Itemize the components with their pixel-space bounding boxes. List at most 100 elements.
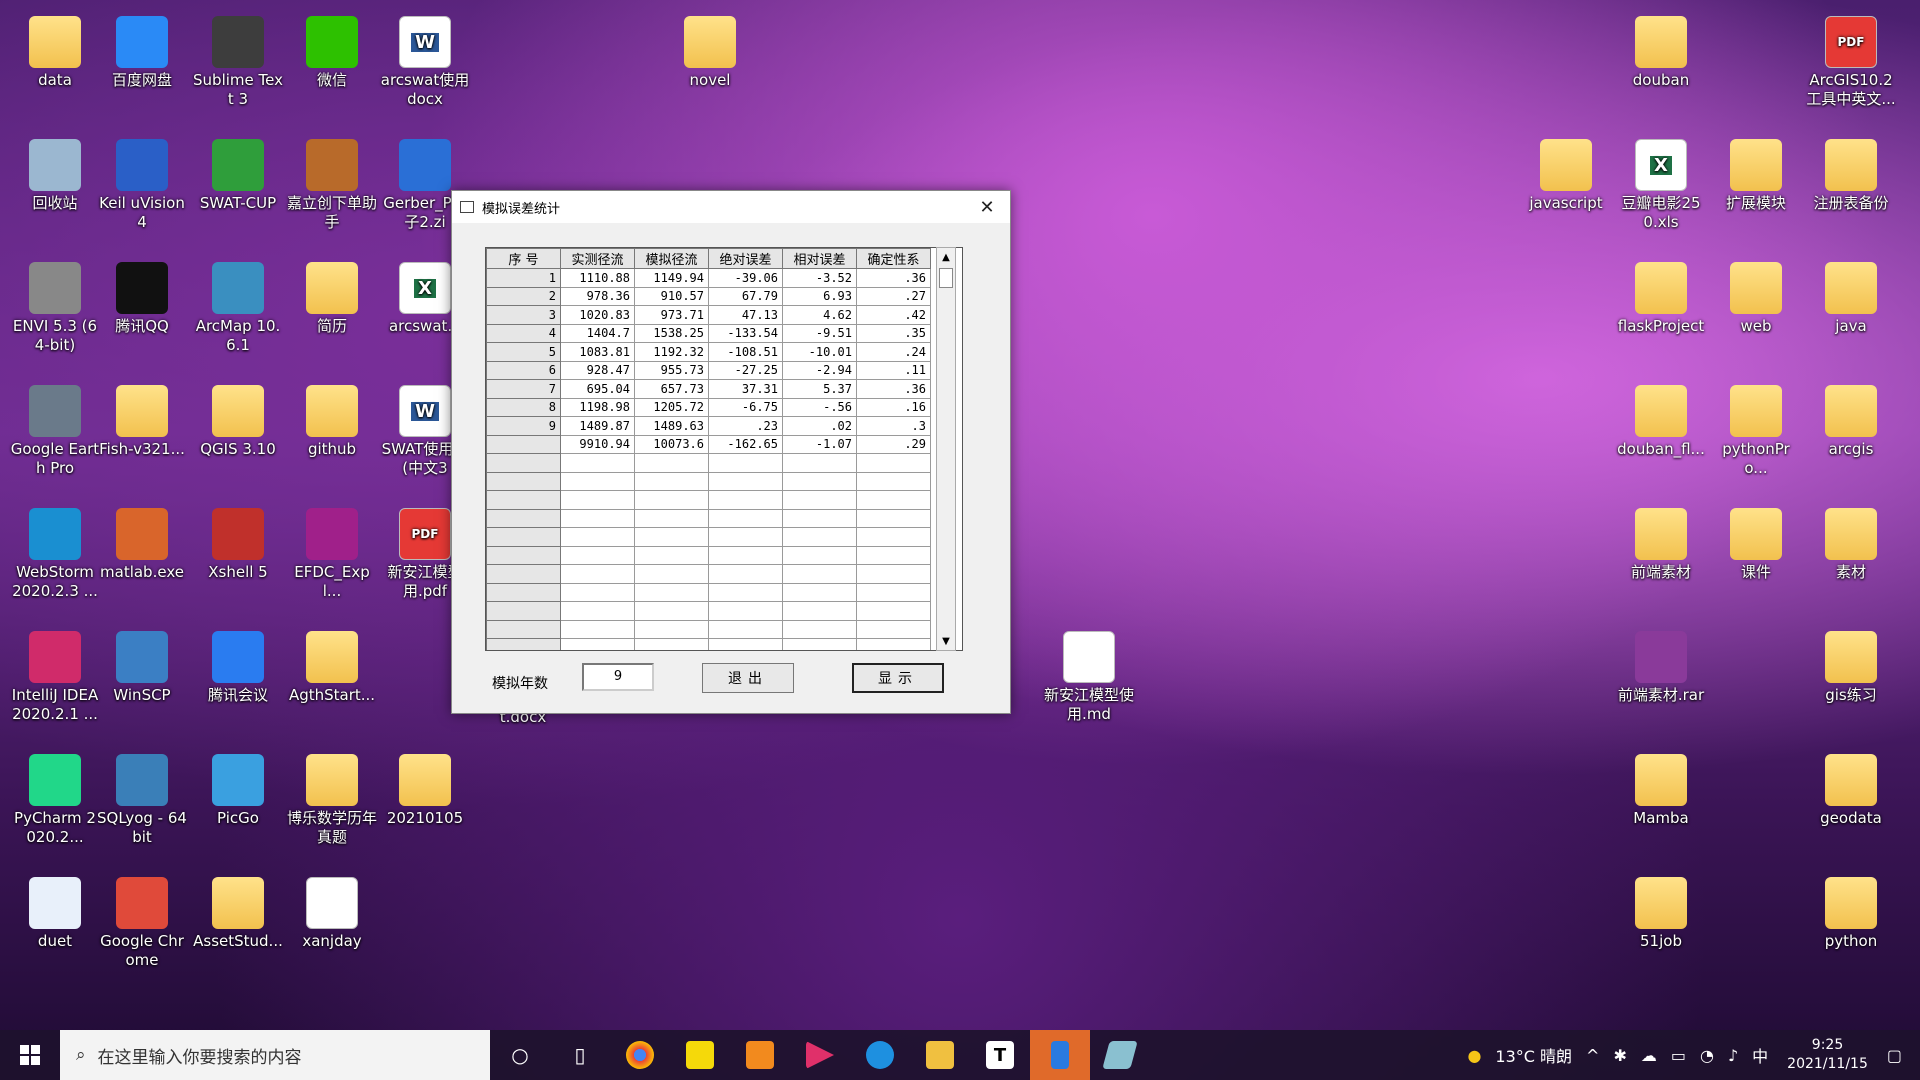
taskbar-explorer-icon[interactable]: [910, 1030, 970, 1080]
desktop-icon[interactable]: 课件: [1711, 502, 1801, 582]
desktop-icon[interactable]: 前端素材.rar: [1616, 625, 1706, 705]
desktop-icon[interactable]: 回收站: [10, 133, 100, 213]
desktop-icon[interactable]: IntelliJ IDEA 2020.2.1 ...: [10, 625, 100, 724]
table-row[interactable]: [486, 619, 931, 639]
scroll-thumb[interactable]: [939, 268, 953, 288]
desktop-icon[interactable]: Xshell 5: [193, 502, 283, 582]
desktop-icon[interactable]: 新安江模型使用.md: [1044, 625, 1134, 724]
exit-button[interactable]: 退出: [702, 663, 794, 693]
desktop-icon[interactable]: Fish-v321...: [97, 379, 187, 459]
data-grid[interactable]: 序 号实测径流 模拟径流 绝对误差 相对误差 确定性系 1 1110.88 1149.94-…: [485, 247, 963, 651]
years-input[interactable]: 9: [582, 663, 654, 691]
column-header[interactable]: 确定性系: [856, 248, 931, 269]
desktop-icon[interactable]: 素材: [1806, 502, 1896, 582]
table-row[interactable]: [486, 545, 931, 565]
taskbar-v-app-icon[interactable]: [850, 1030, 910, 1080]
tray-chevron-up-icon[interactable]: ^: [1586, 1046, 1599, 1065]
taskbar-sublime-icon[interactable]: [730, 1030, 790, 1080]
desktop-icon[interactable]: Keil uVision4: [97, 133, 187, 232]
desktop-icon[interactable]: 简历: [287, 256, 377, 336]
desktop-icon[interactable]: 注册表备份: [1806, 133, 1896, 213]
desktop-icon[interactable]: 腾讯会议: [193, 625, 283, 705]
window-titlebar[interactable]: 模拟误差统计 ✕: [452, 191, 1010, 223]
table-row[interactable]: [486, 508, 931, 528]
desktop-icon[interactable]: 腾讯QQ: [97, 256, 187, 336]
scroll-down-icon[interactable]: ▼: [937, 632, 955, 650]
desktop-icon[interactable]: javascript: [1521, 133, 1611, 213]
desktop-icon[interactable]: PyCharm 2020.2...: [10, 748, 100, 847]
desktop-icon[interactable]: Warcswat使用docx: [380, 10, 470, 109]
desktop-icon[interactable]: 微信: [287, 10, 377, 90]
table-row[interactable]: 9910.94 10073.6 -162.65 -1.07.29: [486, 434, 931, 454]
desktop-icon[interactable]: Google Chrome: [97, 871, 187, 970]
taskbar-typora-icon[interactable]: T: [970, 1030, 1030, 1080]
desktop-icon[interactable]: X 豆瓣电影250.xls: [1616, 133, 1706, 232]
desktop-icon[interactable]: github: [287, 379, 377, 459]
table-row[interactable]: [486, 471, 931, 491]
desktop-icon[interactable]: python: [1806, 871, 1896, 951]
wifi-icon[interactable]: ◔: [1700, 1046, 1714, 1065]
cortana-icon[interactable]: ○: [490, 1030, 550, 1080]
desktop-icon[interactable]: 51job: [1616, 871, 1706, 951]
desktop-icon[interactable]: matlab.exe: [97, 502, 187, 582]
desktop-icon[interactable]: 博乐数学历年真题: [287, 748, 377, 847]
table-row[interactable]: [486, 527, 931, 547]
table-row[interactable]: [486, 638, 931, 650]
desktop-icon[interactable]: Mamba: [1616, 748, 1706, 828]
desktop-icon[interactable]: ArcMap 10.6.1: [193, 256, 283, 355]
table-row[interactable]: [486, 490, 931, 510]
desktop-icon[interactable]: PicGo: [193, 748, 283, 828]
table-row[interactable]: 8 1198.98 1205.72 -6.75 -.56.16: [486, 397, 931, 417]
desktop-icon[interactable]: SQLyog - 64 bit: [97, 748, 187, 847]
weather-text[interactable]: 13°C 晴朗: [1495, 1043, 1572, 1067]
table-row[interactable]: 6 928.47 955.73 -27.25 -2.94.11: [486, 360, 931, 380]
taskbar-active-app-icon[interactable]: [1030, 1030, 1090, 1080]
desktop-icon[interactable]: WebStorm 2020.2.3 ...: [10, 502, 100, 601]
desktop-icon[interactable]: web: [1711, 256, 1801, 336]
taskbar-arrow-app-icon[interactable]: [790, 1030, 850, 1080]
desktop-icon[interactable]: douban: [1616, 10, 1706, 90]
table-row[interactable]: 2 978.36 910.57 67.79 6.93.27: [486, 286, 931, 306]
taskbar-chrome-icon[interactable]: [610, 1030, 670, 1080]
table-row[interactable]: [486, 582, 931, 602]
desktop-icon[interactable]: ENVI 5.3 (64-bit): [10, 256, 100, 355]
desktop-icon[interactable]: Sublime Text 3: [193, 10, 283, 109]
desktop-icon[interactable]: 百度网盘: [97, 10, 187, 90]
windows-start-icon[interactable]: [0, 1030, 60, 1080]
column-header[interactable]: 实测径流: [560, 248, 635, 269]
taskbar-player-icon[interactable]: [670, 1030, 730, 1080]
desktop-icon[interactable]: PDF ArcGIS10.2工具中英文...: [1806, 10, 1896, 109]
vertical-scrollbar[interactable]: ▲ ▼: [936, 247, 956, 651]
table-row[interactable]: [486, 453, 931, 473]
volume-mute-icon[interactable]: ♪: [1728, 1046, 1738, 1065]
desktop-icon[interactable]: EFDC_Expl...: [287, 502, 377, 601]
bluetooth-icon[interactable]: ✱: [1613, 1046, 1626, 1065]
desktop-icon[interactable]: data: [10, 10, 100, 90]
table-row[interactable]: 1 1110.88 1149.94 -39.06 -3.52.36: [486, 268, 931, 288]
desktop-icon[interactable]: AssetStud...: [193, 871, 283, 951]
table-row[interactable]: 5 1083.81 1192.32 -108.51 -10.01.24: [486, 342, 931, 362]
clock[interactable]: 9:25 2021/11/15: [1787, 1036, 1868, 1074]
desktop-icon[interactable]: duet: [10, 871, 100, 951]
table-row[interactable]: 3 1020.83 973.71 47.13 4.62.42: [486, 305, 931, 325]
cloud-icon[interactable]: ☁: [1641, 1046, 1657, 1065]
desktop-icon[interactable]: WinSCP: [97, 625, 187, 705]
desktop-icon[interactable]: 前端素材: [1616, 502, 1706, 582]
column-header[interactable]: 模拟径流: [634, 248, 709, 269]
desktop-icon[interactable]: SWAT-CUP: [193, 133, 283, 213]
taskbar-notes-icon[interactable]: [1090, 1030, 1150, 1080]
table-row[interactable]: 7 695.04 657.73 37.31 5.37.36: [486, 379, 931, 399]
notification-icon[interactable]: ▢: [1887, 1046, 1902, 1065]
desktop-icon[interactable]: arcgis: [1806, 379, 1896, 459]
column-header[interactable]: 序 号: [486, 248, 561, 269]
desktop-icon[interactable]: pythonPro...: [1711, 379, 1801, 478]
battery-icon[interactable]: ▭: [1671, 1046, 1686, 1065]
desktop-icon[interactable]: novel: [665, 10, 755, 90]
desktop-icon[interactable]: gis练习: [1806, 625, 1896, 705]
desktop-icon[interactable]: douban_fl...: [1616, 379, 1706, 459]
show-button[interactable]: 显示: [852, 663, 944, 693]
desktop-icon[interactable]: AgthStart...: [287, 625, 377, 705]
desktop-icon[interactable]: flaskProject: [1616, 256, 1706, 336]
desktop-icon[interactable]: 扩展模块: [1711, 133, 1801, 213]
desktop-icon[interactable]: xanjday: [287, 871, 377, 951]
